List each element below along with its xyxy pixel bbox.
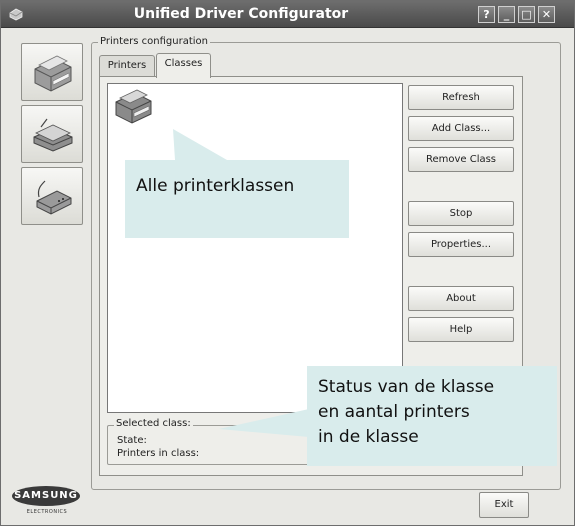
close-button[interactable]: ✕ bbox=[538, 6, 555, 23]
printer-icon bbox=[34, 55, 72, 92]
about-button[interactable]: About bbox=[408, 286, 514, 311]
maximize-button[interactable]: □ bbox=[518, 6, 535, 23]
callout-classes-text: Alle printerklassen bbox=[136, 176, 295, 196]
tab-printers[interactable]: Printers bbox=[99, 55, 155, 77]
printers-in-class-label: Printers in class: bbox=[117, 448, 200, 459]
remove-class-button[interactable]: Remove Class bbox=[408, 147, 514, 172]
sidebar-item-printers[interactable] bbox=[21, 43, 83, 101]
class-list[interactable] bbox=[107, 83, 403, 413]
sidebar-item-scanners[interactable] bbox=[21, 105, 83, 163]
port-icon bbox=[36, 180, 72, 215]
properties-button[interactable]: Properties... bbox=[408, 232, 514, 257]
group-title: Printers configuration bbox=[98, 36, 210, 47]
logo-wordmark: SAMSUNG bbox=[12, 486, 80, 506]
tab-classes[interactable]: Classes bbox=[156, 53, 211, 78]
selected-class-title: Selected class: bbox=[114, 418, 193, 429]
callout-classes: Alle printerklassen bbox=[125, 160, 349, 238]
callout-status-line-1: Status van de klasse bbox=[318, 377, 495, 397]
help-button[interactable]: Help bbox=[408, 317, 514, 342]
callout-pointer-2 bbox=[219, 409, 309, 437]
state-label: State: bbox=[117, 435, 147, 446]
callout-status: Status van de klasse en aantal printers … bbox=[307, 366, 557, 466]
logo-subtitle: ELECTRONICS bbox=[26, 509, 68, 515]
add-class-button[interactable]: Add Class... bbox=[408, 116, 514, 141]
title-bar[interactable]: Unified Driver Configurator ? _ □ ✕ bbox=[1, 1, 574, 28]
callout-pointer bbox=[173, 129, 227, 160]
stop-button[interactable]: Stop bbox=[408, 201, 514, 226]
refresh-button[interactable]: Refresh bbox=[408, 85, 514, 110]
minimize-button[interactable]: _ bbox=[498, 6, 515, 23]
exit-button[interactable]: Exit bbox=[479, 492, 529, 518]
printer-class-icon[interactable] bbox=[113, 88, 155, 124]
main-window: Unified Driver Configurator ? _ □ ✕ Prin… bbox=[0, 0, 575, 526]
callout-status-line-3: in de klasse bbox=[318, 427, 419, 447]
callout-status-line-2: en aantal printers bbox=[318, 402, 470, 422]
samsung-logo: SAMSUNG ELECTRONICS bbox=[12, 486, 82, 522]
window-title: Unified Driver Configurator bbox=[133, 6, 349, 22]
help-window-button[interactable]: ? bbox=[478, 6, 495, 23]
scanner-icon bbox=[33, 118, 73, 152]
sidebar-item-ports[interactable] bbox=[21, 167, 83, 225]
